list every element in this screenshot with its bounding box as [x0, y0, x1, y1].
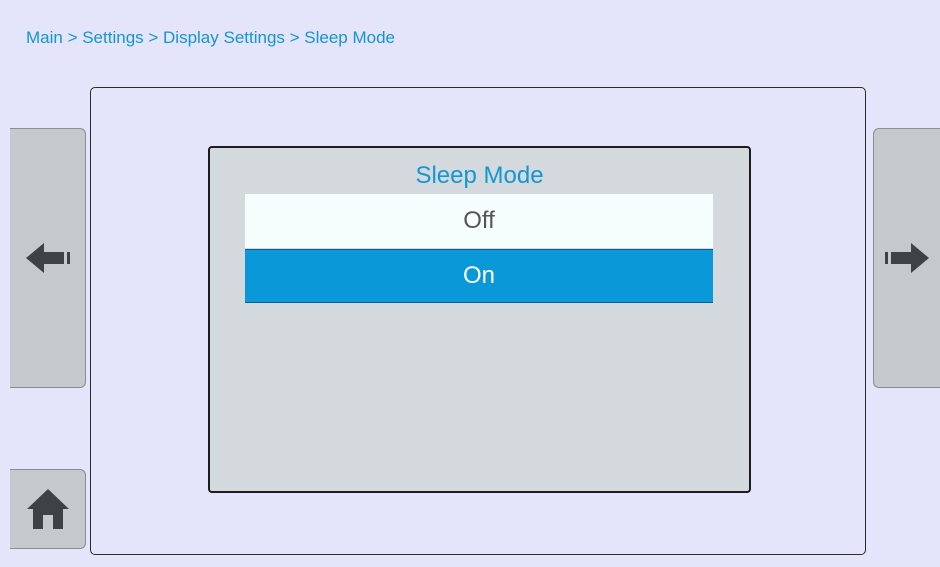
sleep-mode-dialog: Sleep Mode Off On [208, 146, 751, 493]
breadcrumb: Main > Settings > Display Settings > Sle… [26, 28, 396, 47]
arrow-left-icon [25, 243, 70, 273]
dialog-title: Sleep Mode [415, 162, 544, 189]
option-off[interactable]: Off [245, 194, 713, 248]
back-button[interactable] [10, 128, 86, 388]
home-button[interactable] [10, 469, 86, 549]
option-on[interactable]: On [245, 249, 713, 303]
arrow-right-icon [885, 243, 929, 273]
home-icon [26, 489, 69, 529]
forward-button[interactable] [873, 128, 940, 388]
